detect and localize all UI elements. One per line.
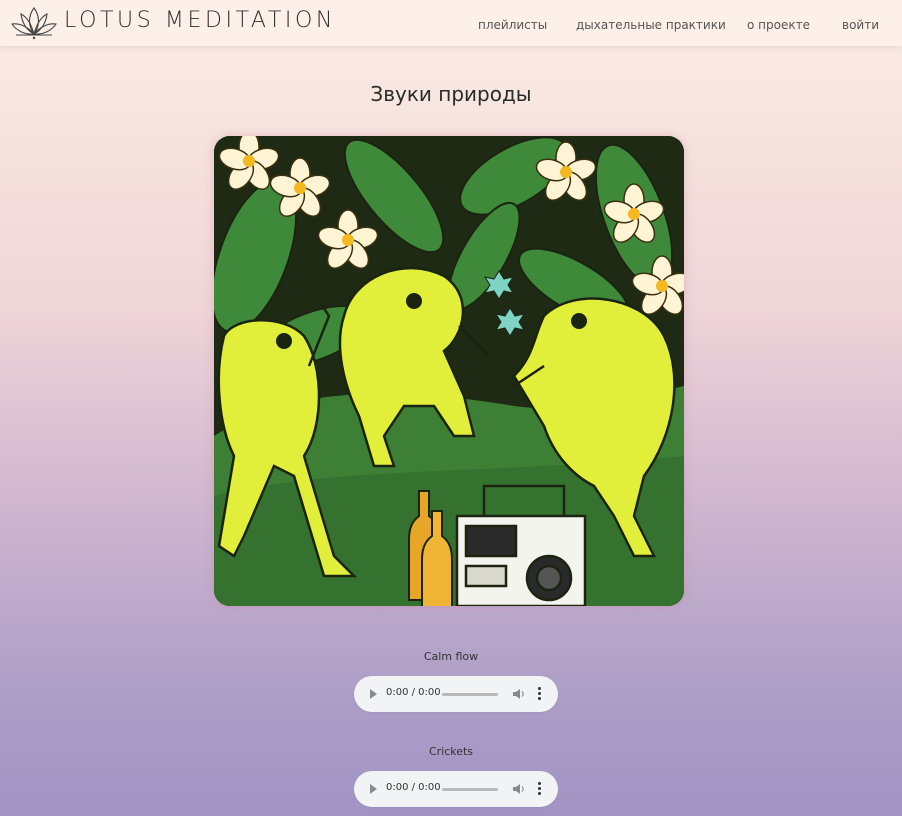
nav-about[interactable]: о проекте — [747, 18, 810, 32]
play-icon[interactable] — [370, 689, 377, 699]
audio-player[interactable]: 0:00 / 0:00 — [354, 771, 558, 807]
lotus-icon[interactable] — [8, 4, 60, 40]
time-display: 0:00 / 0:00 — [386, 782, 441, 793]
nav-breathing-practices[interactable]: дыхательные практики — [576, 18, 726, 32]
track-title: Calm flow — [423, 650, 479, 663]
volume-icon[interactable] — [512, 687, 524, 701]
seek-bar[interactable] — [442, 788, 498, 791]
site-header: LOTUS MEDITATION плейлисты дыхательные п… — [0, 0, 902, 46]
volume-icon[interactable] — [512, 782, 524, 796]
time-display: 0:00 / 0:00 — [386, 687, 441, 698]
cover-artwork — [214, 136, 684, 606]
play-icon[interactable] — [370, 784, 377, 794]
nav-playlists[interactable]: плейлисты — [478, 18, 547, 32]
page-title: Звуки природы — [370, 82, 532, 106]
more-vertical-icon[interactable] — [538, 782, 542, 796]
audio-player[interactable]: 0:00 / 0:00 — [354, 676, 558, 712]
nav-login[interactable]: войти — [842, 18, 879, 32]
seek-bar[interactable] — [442, 693, 498, 696]
brand-name[interactable]: LOTUS MEDITATION — [64, 8, 336, 33]
more-vertical-icon[interactable] — [538, 687, 542, 701]
track-title: Crickets — [428, 745, 474, 758]
